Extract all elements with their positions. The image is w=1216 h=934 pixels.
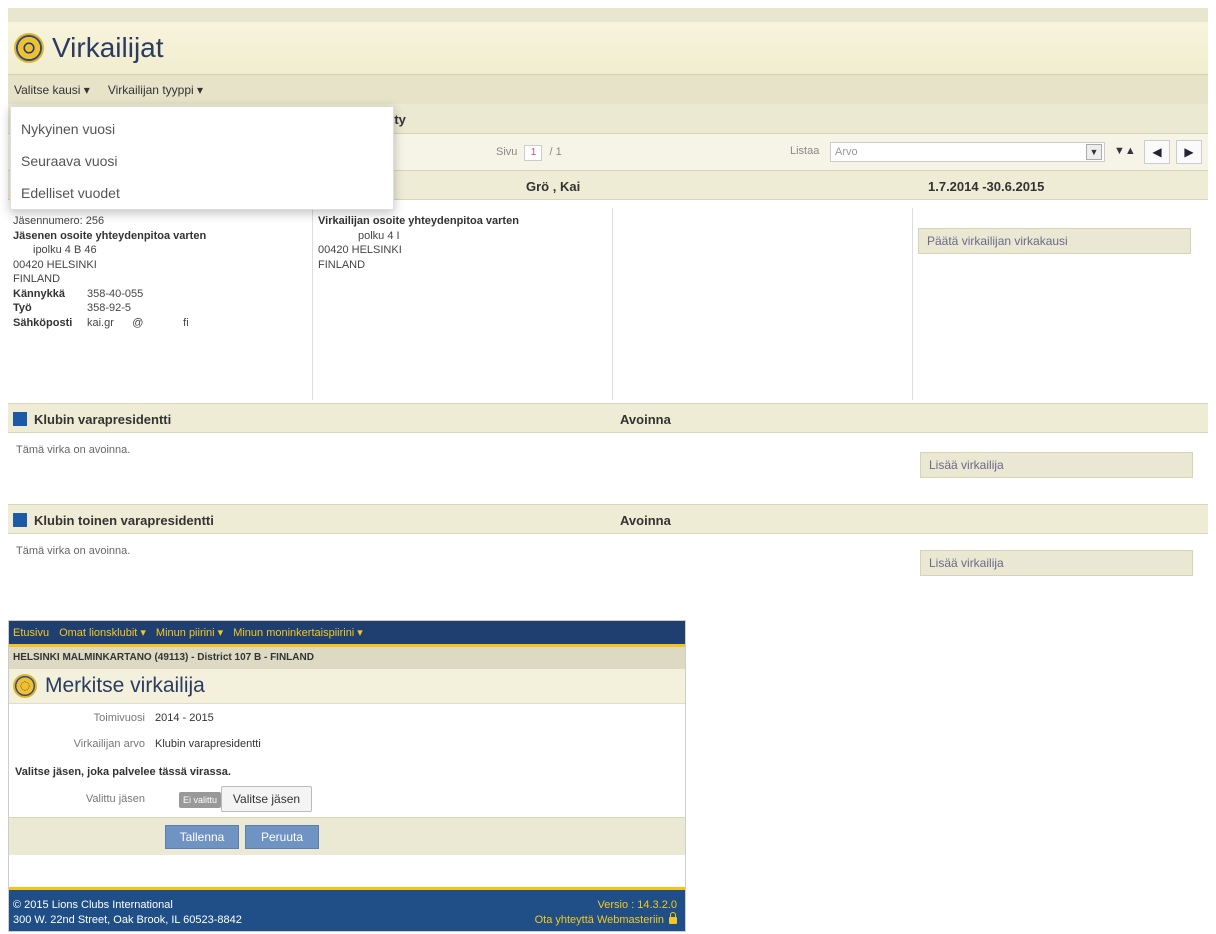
sort-direction-icon[interactable]: ▼▲ — [1114, 145, 1136, 157]
form-buttons: Tallenna Peruuta — [9, 817, 685, 855]
page-indicator: Sivu 1 / 1 — [496, 145, 562, 161]
sort-select-value: Arvo — [835, 146, 858, 158]
empty-column — [613, 208, 913, 400]
phone-row: Kännykkä 358-40-055 — [13, 287, 307, 302]
member-number: Jäsennumero: 256 — [13, 215, 105, 227]
nav-my-clubs[interactable]: Omat lionsklubit ▾ — [59, 626, 146, 639]
officer-type-menu[interactable]: Virkailijan tyyppi ▾ — [108, 83, 203, 97]
rank-label: Virkailijan arvo — [73, 738, 145, 750]
officer-address-line: 00420 HELSINKI — [318, 244, 402, 256]
season-menu[interactable]: Valitse kausi ▾ — [14, 83, 90, 97]
phone-label: Kännykkä — [13, 287, 65, 300]
officers-screen: Virkailijat Valitse kausi ▾ Virkailijan … — [8, 8, 1208, 588]
position-row-header: Klubin toinen varapresidentti Avoinna — [8, 504, 1208, 534]
assign-officer-screen: Etusivu Omat lionsklubit ▾ Minun piirini… — [8, 620, 686, 932]
assign-form: Toimivuosi 2014 - 2015 Virkailijan arvo … — [9, 703, 685, 817]
save-button[interactable]: Tallenna — [165, 825, 239, 849]
officer-address-line: polku 4 I — [358, 229, 400, 242]
footer-contact[interactable]: Ota yhteyttä Webmasteriin — [535, 912, 677, 926]
year-label: Toimivuosi — [93, 712, 145, 724]
member-contact-column: Jäsennumero: 256 Jäsenen osoite yhteyden… — [8, 208, 313, 400]
member-period: 1.7.2014 -30.6.2015 — [928, 179, 1045, 194]
footer-version: Versio : 14.3.2.0 — [597, 899, 678, 911]
position-marker-icon — [13, 412, 27, 426]
form-title-bar: Merkitse virkailija — [9, 669, 685, 703]
member-address-line: FINLAND — [13, 273, 61, 285]
next-page-button[interactable]: ▶ — [1176, 140, 1202, 164]
officer-address-line: FINLAND — [318, 258, 366, 271]
member-name: Grö , Kai — [526, 179, 581, 194]
select-member-instruction: Valitse jäsen, joka palvelee tässä viras… — [15, 766, 231, 778]
actions-column: Päätä virkailijan virkakausi — [913, 208, 1208, 400]
position-row-header: Klubin varapresidentti Avoinna — [8, 403, 1208, 433]
member-address-line: ipolku 4 B 46 — [33, 244, 97, 256]
nav-my-multiple-district[interactable]: Minun moninkertaispiirini ▾ — [233, 626, 363, 639]
email-row: Sähköposti kai.gr @ fi — [13, 316, 307, 331]
page-title: Virkailijat — [52, 32, 164, 63]
position-title: Klubin toinen varapresidentti — [34, 513, 214, 528]
position-note: Tämä virka on avoinna. — [16, 545, 131, 557]
footer-copyright: © 2015 Lions Clubs International — [13, 899, 173, 911]
position-status: Avoinna — [620, 513, 671, 528]
season-dropdown-menu: Nykyinen vuosi Seuraava vuosi Edelliset … — [10, 106, 394, 210]
position-marker-icon — [13, 513, 27, 527]
contact-webmaster-link[interactable]: Ota yhteyttä Webmasteriin — [535, 914, 664, 926]
rank-row: Virkailijan arvo Klubin varapresidentti — [9, 738, 261, 752]
position-note: Tämä virka on avoinna. — [16, 444, 131, 456]
top-strip — [8, 8, 1208, 22]
phone-row: Työ 358-92-5 — [13, 301, 307, 316]
member-row: Valittu jäsen — [9, 793, 145, 807]
lions-logo-icon — [14, 33, 44, 63]
page-label: Sivu — [496, 146, 518, 158]
page-input[interactable]: 1 — [524, 145, 543, 161]
lock-icon — [669, 912, 677, 924]
officer-address-column: Virkailijan osoite yhteydenpitoa varten … — [313, 208, 613, 400]
year-value: 2014 - 2015 — [155, 712, 214, 724]
member-address-title: Jäsenen osoite yhteydenpitoa varten — [13, 229, 207, 242]
select-member-button[interactable]: Valitse jäsen — [221, 786, 312, 812]
phone-value: 358-40-055 — [87, 287, 144, 300]
sort-select[interactable]: Arvo ▼ — [830, 142, 1105, 162]
email-link[interactable]: kai.gr @ fi — [73, 316, 189, 331]
cancel-button[interactable]: Peruuta — [245, 825, 319, 849]
lions-logo-icon — [13, 674, 37, 698]
member-label: Valittu jäsen — [85, 793, 145, 805]
menu-item-current-year[interactable]: Nykyinen vuosi — [11, 115, 393, 147]
club-breadcrumb: HELSINKI MALMINKARTANO (49113) - Distric… — [9, 647, 685, 669]
menu-item-previous-years[interactable]: Edelliset vuodet — [11, 179, 393, 211]
add-officer-button[interactable]: Lisää virkailija — [920, 550, 1193, 576]
officer-address-title: Virkailijan osoite yhteydenpitoa varten — [318, 215, 519, 227]
menu-bar: Valitse kausi ▾ Virkailijan tyyppi ▾ — [8, 74, 1208, 104]
position-title: Klubin varapresidentti — [34, 412, 172, 427]
nav-home[interactable]: Etusivu — [13, 627, 49, 639]
member-details: Jäsennumero: 256 Jäsenen osoite yhteyden… — [8, 208, 1208, 408]
main-nav: Etusivu Omat lionsklubit ▾ Minun piirini… — [9, 621, 685, 647]
email-label: Sähköposti — [13, 316, 73, 329]
menu-item-next-year[interactable]: Seuraava vuosi — [11, 147, 393, 179]
page-total: / 1 — [549, 146, 562, 158]
nav-my-district[interactable]: Minun piirini ▾ — [156, 626, 223, 639]
prev-page-button[interactable]: ◀ — [1144, 140, 1170, 164]
footer: © 2015 Lions Clubs International 300 W. … — [9, 887, 685, 931]
form-title: Merkitse virkailija — [45, 674, 205, 697]
member-address-line: 00420 HELSINKI — [13, 258, 97, 271]
add-officer-button[interactable]: Lisää virkailija — [920, 452, 1193, 478]
footer-address: 300 W. 22nd Street, Oak Brook, IL 60523-… — [13, 914, 242, 926]
not-selected-badge: Ei valittu — [179, 792, 222, 808]
title-bar: Virkailijat — [8, 22, 1208, 74]
phone-label: Työ — [13, 302, 32, 314]
rank-value: Klubin varapresidentti — [155, 738, 261, 750]
year-row: Toimivuosi 2014 - 2015 — [9, 712, 214, 726]
end-term-button[interactable]: Päätä virkailijan virkakausi — [918, 228, 1191, 254]
position-status: Avoinna — [620, 412, 671, 427]
phone-value: 358-92-5 — [87, 302, 132, 314]
chevron-down-icon[interactable]: ▼ — [1086, 144, 1102, 160]
sort-label: Listaa — [790, 145, 820, 157]
